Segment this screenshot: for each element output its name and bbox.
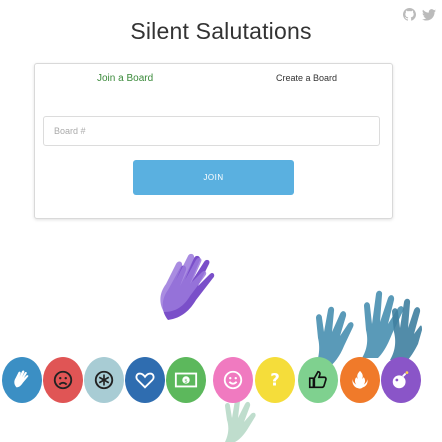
board-card: Join a Board Create a Board JOIN <box>34 63 393 219</box>
money-icon: $ <box>174 372 198 388</box>
reaction-smile-button[interactable] <box>213 357 253 403</box>
tab-join-board[interactable]: Join a Board <box>97 73 153 84</box>
reaction-money-button[interactable]: $ <box>166 357 206 403</box>
reaction-question-button[interactable]: ? <box>255 357 295 403</box>
reaction-sad-button[interactable] <box>43 357 83 403</box>
svg-text:$: $ <box>184 378 188 384</box>
sad-face-icon <box>53 370 73 390</box>
board-tabs: Join a Board Create a Board <box>35 64 392 96</box>
question-icon: ? <box>270 371 280 390</box>
snowflake-icon <box>94 370 114 390</box>
svg-text:?: ? <box>270 371 280 390</box>
tab-create-board[interactable]: Create a Board <box>276 73 337 83</box>
page-title: Silent Salutations <box>130 18 312 44</box>
smile-icon <box>223 370 243 390</box>
rebel-icon <box>352 370 368 389</box>
reaction-thumbs-up-button[interactable] <box>298 357 338 403</box>
reaction-bar: $ ? <box>0 357 442 409</box>
purple-hands-illustration <box>160 253 215 320</box>
reaction-rebel-button[interactable] <box>340 357 380 403</box>
reaction-heart-button[interactable] <box>125 357 165 403</box>
reaction-wave-button[interactable] <box>2 357 42 403</box>
thumbs-up-icon <box>308 370 327 389</box>
bomb-icon <box>392 371 409 389</box>
wave-hand-icon <box>14 370 29 388</box>
reaction-snowflake-button[interactable] <box>84 357 124 403</box>
board-number-input[interactable] <box>43 116 380 146</box>
reaction-bomb-button[interactable] <box>381 357 421 403</box>
join-button[interactable]: JOIN <box>133 160 294 195</box>
heart-icon <box>135 372 155 389</box>
